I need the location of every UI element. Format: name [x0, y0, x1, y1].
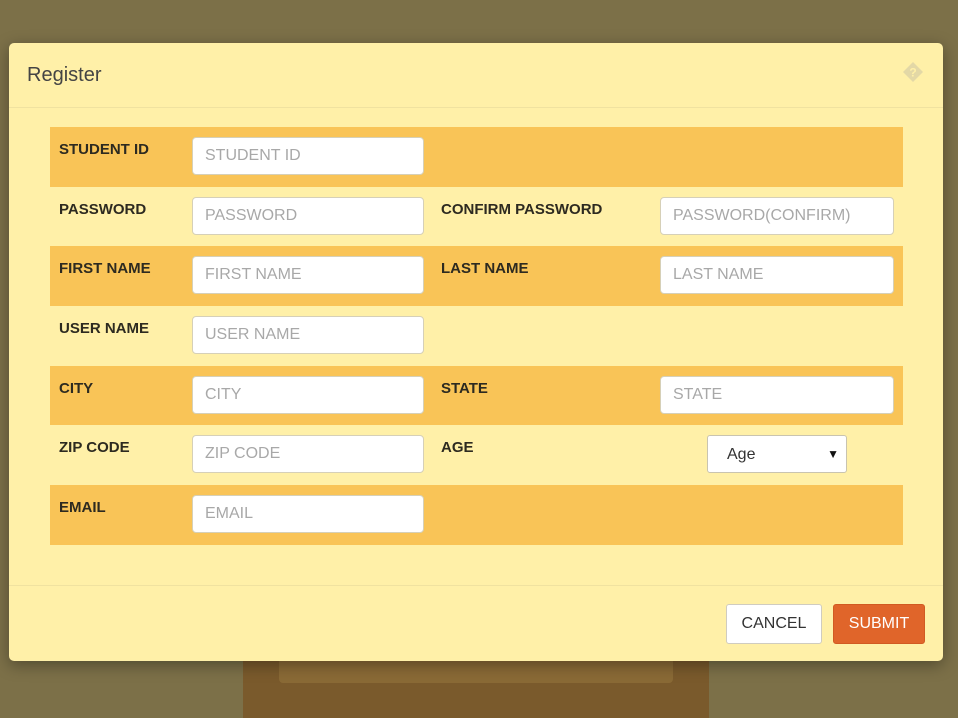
- first-name-label: FIRST NAME: [59, 260, 151, 278]
- zip-code-label: ZIP CODE: [59, 439, 130, 457]
- registration-form: STUDENT ID PASSWORD CONFIRM PASSWORD FIR…: [50, 127, 903, 545]
- register-modal: Register ? STUDENT ID PASSWORD CONFIRM P…: [9, 43, 943, 661]
- confirm-password-label: CONFIRM PASSWORD: [441, 200, 603, 218]
- last-name-label: LAST NAME: [441, 260, 529, 278]
- modal-header: Register ?: [9, 43, 943, 108]
- dropdown-arrow-icon: ▼: [827, 447, 839, 462]
- help-icon[interactable]: ?: [902, 61, 924, 83]
- zip-code-input[interactable]: [192, 435, 424, 474]
- modal-title: Register: [27, 64, 102, 86]
- first-name-input[interactable]: [192, 256, 424, 295]
- submit-button[interactable]: SUBMIT: [833, 604, 925, 644]
- modal-footer: CANCEL SUBMIT: [9, 585, 943, 662]
- user-name-label: USER NAME: [59, 320, 150, 338]
- student-id-label: STUDENT ID: [59, 141, 149, 158]
- confirm-password-input[interactable]: [660, 196, 894, 235]
- password-label: PASSWORD: [59, 200, 147, 218]
- last-name-input[interactable]: [660, 256, 894, 295]
- form-row-zip-age: ZIP CODE AGE Age ▼: [50, 425, 903, 485]
- form-row-location: CITY STATE: [50, 365, 903, 426]
- email-input[interactable]: [192, 495, 424, 534]
- form-row-user-name: USER NAME: [50, 306, 903, 366]
- svg-text:?: ?: [909, 66, 916, 80]
- user-name-input[interactable]: [192, 316, 424, 355]
- state-input[interactable]: [660, 375, 894, 414]
- city-label: CITY: [59, 379, 94, 397]
- password-input[interactable]: [192, 196, 424, 235]
- age-select[interactable]: Age ▼: [707, 435, 847, 474]
- state-label: STATE: [441, 379, 488, 397]
- age-label: AGE: [441, 439, 474, 457]
- form-row-name: FIRST NAME LAST NAME: [50, 246, 903, 307]
- form-row-password: PASSWORD CONFIRM PASSWORD: [50, 187, 903, 247]
- city-input[interactable]: [192, 375, 424, 414]
- form-row-student-id: STUDENT ID: [50, 127, 903, 187]
- student-id-input[interactable]: [192, 137, 424, 175]
- age-select-value: Age: [727, 446, 756, 464]
- email-label: EMAIL: [59, 499, 106, 517]
- cancel-button[interactable]: CANCEL: [726, 604, 822, 644]
- form-row-email: EMAIL: [50, 485, 903, 545]
